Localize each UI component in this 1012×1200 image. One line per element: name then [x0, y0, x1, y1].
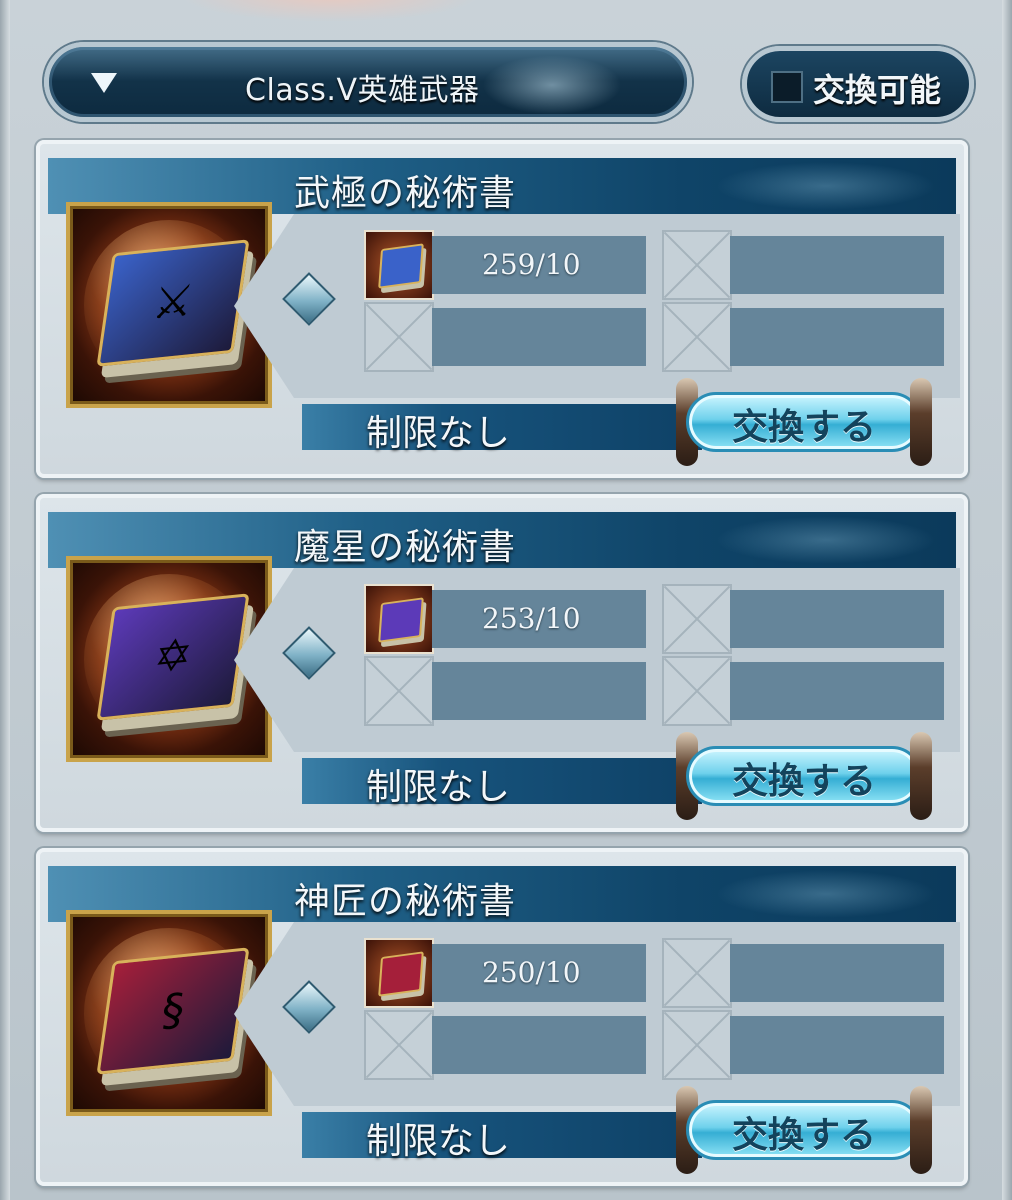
purple-book-star-icon: ✡ — [96, 593, 250, 721]
book-emblem: § — [158, 983, 188, 1038]
dropdown-triangle-icon — [91, 73, 117, 93]
exchange-button[interactable]: 交換する — [676, 378, 932, 466]
limit-label: 制限なし — [366, 1121, 511, 1162]
exchangeable-checkbox[interactable] — [771, 71, 803, 103]
exchange-button[interactable]: 交換する — [676, 732, 932, 820]
pill-ornament — [477, 53, 627, 117]
empty-slot — [662, 302, 732, 372]
exchangeable-label: 交換可能 — [813, 71, 942, 109]
exchange-card: 魔星の秘術書 ✡ 253/10 制限なし 交換する — [36, 494, 968, 832]
exchange-card: 武極の秘術書 ⚔ 259/10 制限なし 交換する — [36, 140, 968, 478]
limit-label: 制限なし — [366, 767, 511, 808]
book-emblem: ✡ — [150, 629, 196, 684]
card-title: 魔星の秘術書 — [294, 527, 517, 568]
empty-slot — [662, 656, 732, 726]
empty-bar — [730, 590, 944, 648]
exchange-button-label: 交換する — [731, 1115, 876, 1156]
material-book-icon — [378, 243, 424, 289]
limit-label: 制限なし — [366, 413, 511, 454]
empty-bar — [730, 944, 944, 1002]
header-ornament — [716, 516, 936, 564]
header-ornament — [716, 162, 936, 210]
material-count: 259/10 — [482, 248, 581, 281]
empty-bar — [730, 662, 944, 720]
class-filter-dropdown[interactable]: Class.Ⅴ英雄武器 — [44, 42, 692, 122]
empty-slot — [364, 302, 434, 372]
material-slot[interactable] — [364, 938, 434, 1008]
empty-slot — [662, 230, 732, 300]
exchange-button-label: 交換する — [731, 407, 876, 448]
empty-bar — [730, 308, 944, 366]
empty-bar — [432, 662, 646, 720]
exchange-card: 神匠の秘術書 § 250/10 制限なし 交換する — [36, 848, 968, 1186]
header-ornament — [716, 870, 936, 918]
material-slot[interactable] — [364, 584, 434, 654]
left-frame — [0, 0, 10, 1200]
panel-notch — [234, 922, 294, 1106]
panel-notch — [234, 568, 294, 752]
empty-slot — [662, 584, 732, 654]
empty-slot — [662, 1010, 732, 1080]
empty-bar — [730, 1016, 944, 1074]
empty-bar — [730, 236, 944, 294]
material-book-icon — [378, 597, 424, 643]
empty-slot — [364, 1010, 434, 1080]
exchange-button-label: 交換する — [731, 761, 876, 802]
empty-bar — [432, 1016, 646, 1074]
material-slot[interactable] — [364, 230, 434, 300]
exchange-button[interactable]: 交換する — [676, 1086, 932, 1174]
right-frame — [1002, 0, 1012, 1200]
book-emblem: ⚔ — [149, 275, 197, 330]
card-title: 武極の秘術書 — [294, 173, 517, 214]
material-count: 253/10 — [482, 602, 581, 635]
exchangeable-toggle[interactable]: 交換可能 — [742, 46, 974, 122]
blue-book-sword-icon: ⚔ — [96, 239, 250, 367]
empty-slot — [662, 938, 732, 1008]
top-ornament — [180, 0, 480, 22]
red-book-ornament-icon: § — [96, 947, 250, 1075]
filter-label: Class.Ⅴ英雄武器 — [245, 73, 480, 108]
card-title: 神匠の秘術書 — [294, 881, 517, 922]
panel-notch — [234, 214, 294, 398]
material-book-icon — [378, 951, 424, 997]
empty-bar — [432, 308, 646, 366]
material-count: 250/10 — [482, 956, 581, 989]
empty-slot — [364, 656, 434, 726]
